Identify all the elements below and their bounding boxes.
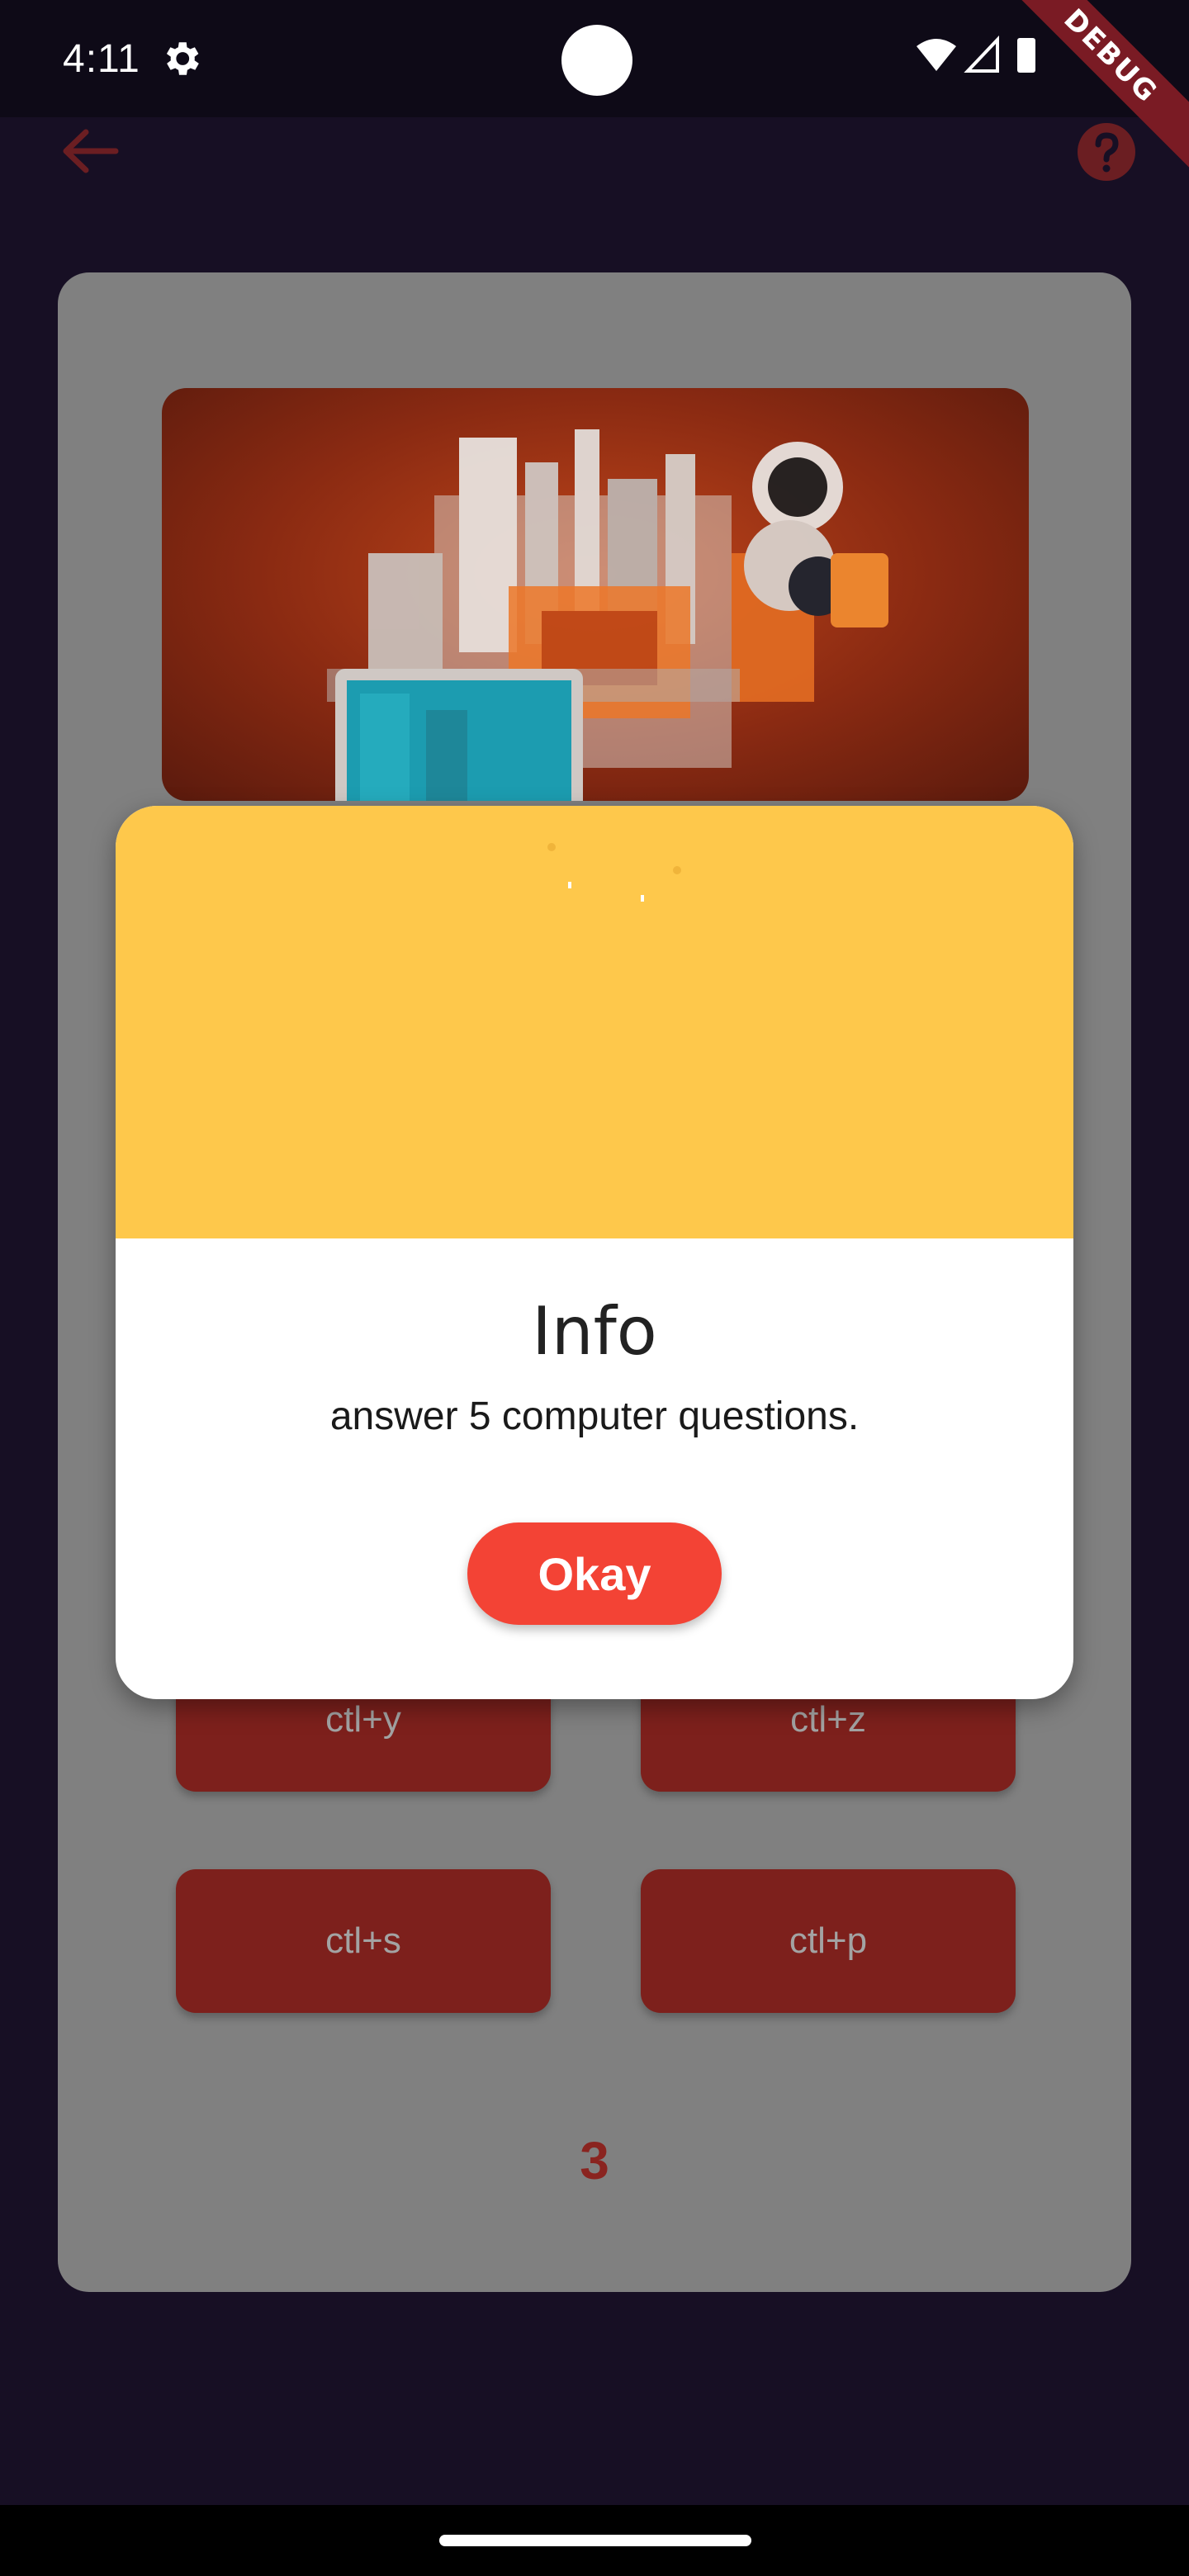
- wifi-icon: [917, 39, 956, 71]
- dialog-message: answer 5 computer questions.: [329, 1395, 860, 1438]
- dialog-header: [116, 806, 1073, 1238]
- sparkle-dots: [547, 843, 681, 902]
- question-image: [162, 388, 1029, 801]
- dialog-title: Info: [532, 1293, 657, 1370]
- camera-cutout: [561, 25, 632, 96]
- back-arrow-icon[interactable]: [58, 122, 124, 180]
- question-counter: 3: [580, 2131, 609, 2190]
- help-icon[interactable]: [1077, 122, 1136, 182]
- settings-gear-icon: [166, 42, 199, 75]
- app-bar: [0, 117, 1189, 225]
- answer-button[interactable]: ctl+p: [641, 1869, 1016, 2013]
- home-gesture-handle[interactable]: [439, 2535, 751, 2546]
- okay-button[interactable]: Okay: [467, 1522, 722, 1625]
- battery-icon: [1017, 38, 1035, 73]
- answer-button[interactable]: ctl+s: [176, 1869, 551, 2013]
- status-bar: 4:11 DEBUG: [0, 0, 1189, 169]
- signal-icon: [964, 35, 999, 73]
- status-time: 4:11: [63, 37, 140, 81]
- info-dialog: Info answer 5 computer questions. Okay: [116, 806, 1073, 1699]
